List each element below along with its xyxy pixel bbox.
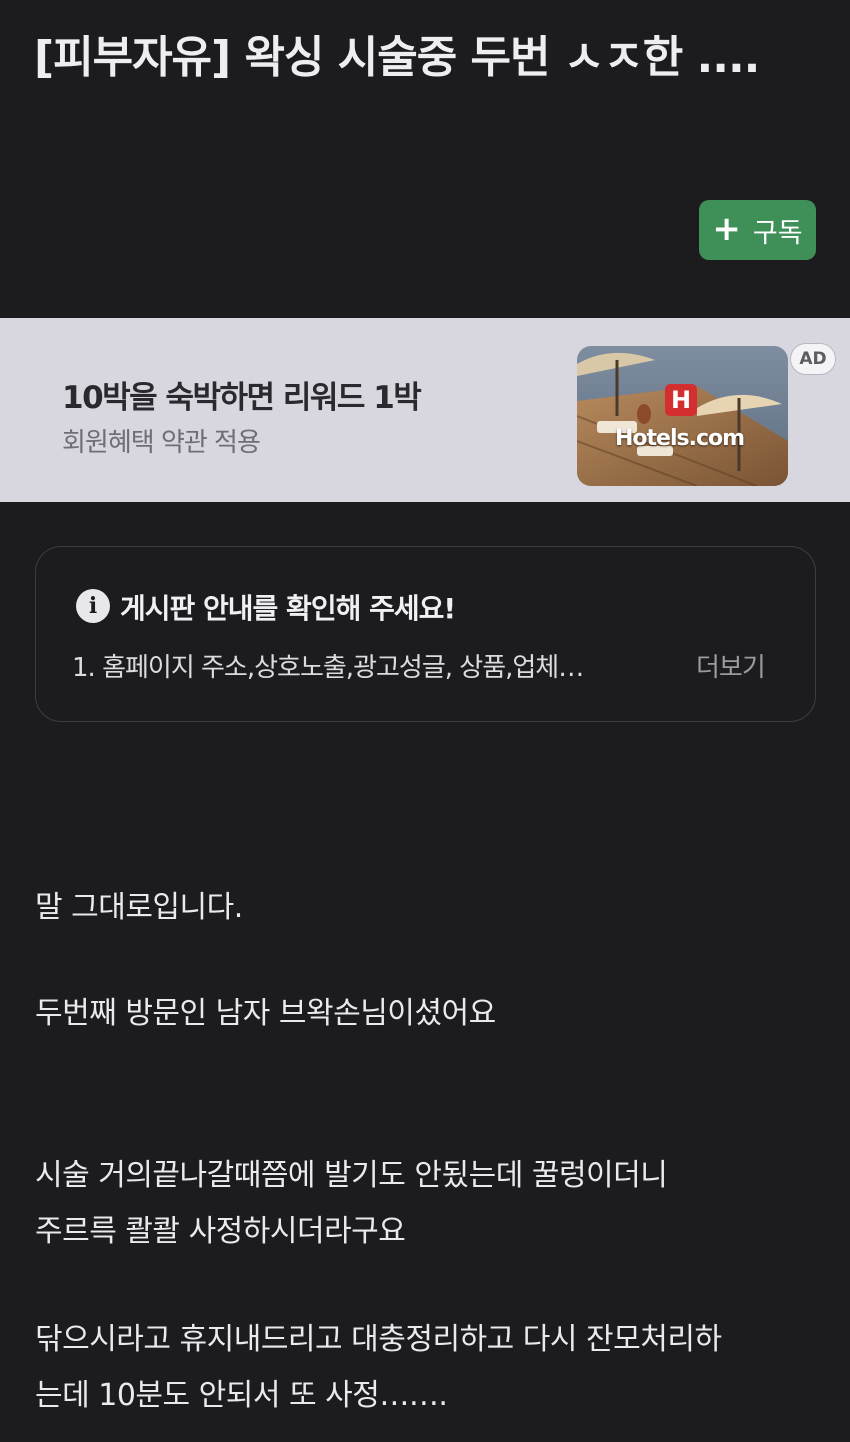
post-page: [피부자유] 왁싱 시술중 두번 ㅅㅈ한 .... + 구독 10박을 숙박하면… (0, 0, 850, 1442)
ad-image[interactable]: H Hotels.com (577, 346, 788, 486)
ad-subtext: 회원혜택 약관 적용 (62, 428, 261, 458)
post-paragraph: 두번째 방문인 남자 브왁손님이셨어요 (35, 996, 496, 1031)
notice-more-link[interactable]: 더보기 (696, 647, 766, 684)
ad-headline[interactable]: 10박을 숙박하면 리워드 1박 (62, 372, 422, 417)
post-paragraph: 는데 10분도 안되서 또 사정……. (35, 1378, 448, 1413)
hotels-logo-text: Hotels.com (615, 426, 745, 451)
plus-icon: + (712, 208, 741, 249)
post-paragraph: 말 그대로입니다. (35, 890, 243, 925)
post-paragraph: 닦으시라고 휴지내드리고 대충정리하고 다시 잔모처리하 (35, 1322, 722, 1357)
hotels-logo-mark: H (670, 386, 692, 414)
board-notice[interactable]: i 게시판 안내를 확인해 주세요! 1. 홈페이지 주소,상호노출,광고성글,… (35, 546, 816, 722)
ad-badge[interactable]: AD (790, 343, 836, 375)
info-icon: i (76, 589, 110, 623)
post-header: [피부자유] 왁싱 시술중 두번 ㅅㅈ한 .... + 구독 (0, 0, 850, 318)
post-paragraph: 시술 거의끝나갈때쯤에 발기도 안됬는데 꿀렁이더니 (35, 1158, 668, 1193)
notice-body: 1. 홈페이지 주소,상호노출,광고성글, 상품,업체… (72, 653, 584, 683)
notice-title: 게시판 안내를 확인해 주세요! (120, 592, 456, 625)
post-paragraph: 주르륵 콸콸 사정하시더라구요 (35, 1214, 406, 1249)
subscribe-button[interactable]: + 구독 (699, 200, 816, 260)
hotels-photo (577, 346, 788, 486)
post-title: [피부자유] 왁싱 시술중 두번 ㅅㅈ한 .... (34, 32, 760, 83)
subscribe-label: 구독 (752, 217, 803, 249)
